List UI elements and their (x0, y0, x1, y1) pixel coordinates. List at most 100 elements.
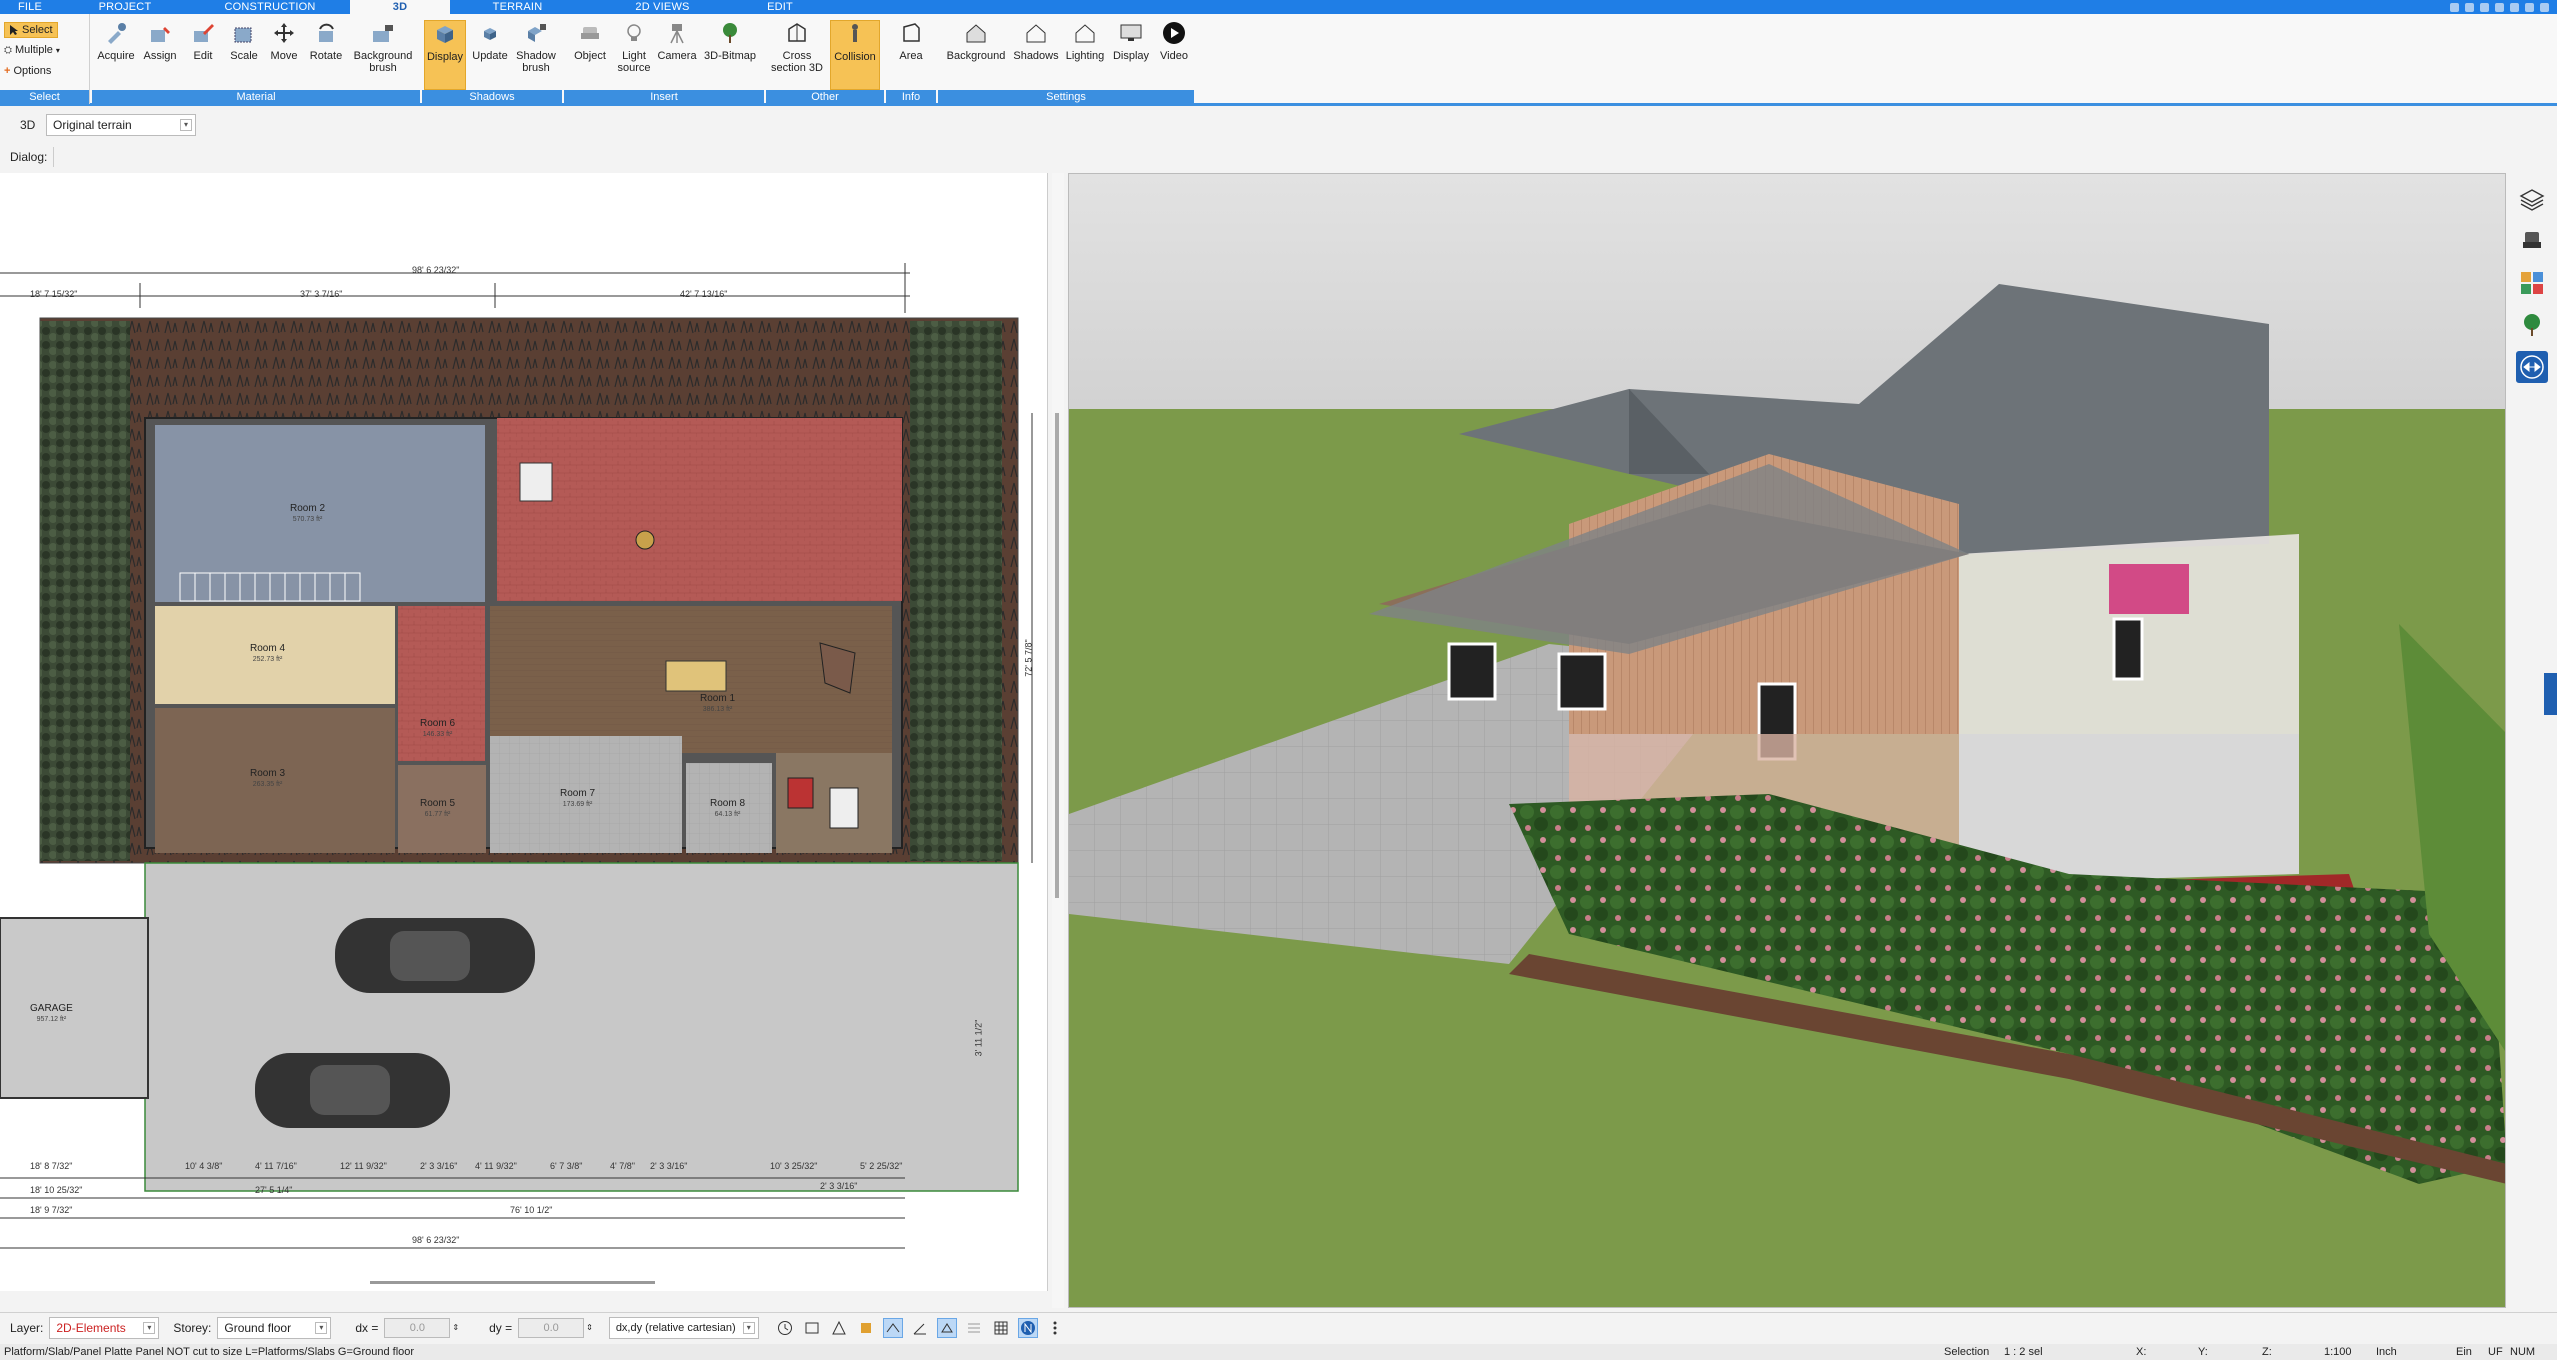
vertical-scrollbar-track[interactable] (1052, 173, 1064, 1308)
tab-terrain[interactable]: TERRAIN (450, 0, 585, 14)
chair-catalog-icon[interactable] (2516, 225, 2548, 257)
storey-select[interactable]: Ground floor ▾ (217, 1316, 332, 1339)
tab-construction[interactable]: CONSTRUCTION (190, 0, 350, 14)
assign-button[interactable]: Assign (138, 20, 182, 62)
restore-icon[interactable] (2465, 2, 2474, 12)
plus-icon: + (4, 65, 11, 77)
3d-scene[interactable] (1069, 174, 2506, 1308)
coordinate-mode-select[interactable]: dx,dy (relative cartesian) ▾ (608, 1316, 759, 1339)
tab-edit[interactable]: EDIT (740, 0, 820, 14)
move-button[interactable]: Move (264, 20, 304, 62)
dy-input[interactable]: 0.0 (518, 1317, 585, 1338)
north-arrow-icon[interactable] (1017, 1317, 1038, 1338)
dialog-bar: Dialog: (0, 144, 2557, 170)
shadows-update-button[interactable]: Update (468, 20, 512, 62)
background-settings-button[interactable]: Background (942, 20, 1010, 62)
info-icon[interactable] (2510, 2, 2519, 12)
tab-2d-views[interactable]: 2D VIEWS (585, 0, 740, 14)
ribbon-group-material: Acquire Assign Edit Scale Move Rotate Ba… (92, 14, 420, 104)
snap-line-icon[interactable] (882, 1317, 903, 1338)
dimension-label: 4' 7/8" (610, 1161, 635, 1171)
snap-grid-point-icon[interactable] (936, 1317, 957, 1338)
close-icon[interactable] (2540, 2, 2549, 12)
shadow-brush-button[interactable]: Shadow brush (512, 20, 560, 74)
room-label-7: Room 7 173.69 ft² (560, 788, 596, 808)
minimize-icon[interactable] (2480, 2, 2489, 12)
room-label-8: Room 8 64.13 ft² (710, 798, 746, 818)
layer-select[interactable]: 2D-Elements ▾ (49, 1316, 160, 1339)
room-label-5: Room 5 61.77 ft² (420, 798, 456, 818)
snap-point-icon[interactable] (856, 1318, 876, 1338)
car-top (335, 918, 535, 993)
materials-icon[interactable] (2516, 267, 2548, 299)
3d-bitmap-button[interactable]: 3D-Bitmap (698, 20, 762, 62)
3d-bitmap-label: 3D-Bitmap (704, 50, 756, 62)
tab-project[interactable]: PROJECT (60, 0, 190, 14)
dx-input[interactable]: 0.0 (384, 1317, 451, 1338)
house-lighting-icon (1072, 20, 1098, 46)
floor-plan-view[interactable]: 98' 6 23/32" 37' 3 7/16" 42' 7 13/16" 18… (0, 173, 1048, 1291)
3d-view[interactable] (1068, 173, 2506, 1308)
ribbon-group-insert: Object Light source Camera 3D-Bitmap Ins… (564, 14, 764, 104)
side-panel-tab[interactable] (2544, 673, 2557, 715)
spinner-icon[interactable]: ⇕ (586, 1323, 593, 1332)
camera-button[interactable]: Camera (656, 20, 698, 62)
edit-material-button[interactable]: Edit (182, 20, 224, 62)
chevron-down-icon: ▾ (143, 1321, 156, 1334)
dimension-label: 27' 5 1/4" (255, 1185, 293, 1195)
room-label-4: Room 4 252.73 ft² (250, 643, 286, 663)
cube-update-icon (477, 20, 503, 46)
settings-icon[interactable] (2495, 2, 2504, 12)
shadows-settings-button[interactable]: Shadows (1010, 20, 1062, 62)
terrain-select[interactable]: Original terrain ▾ (46, 114, 196, 136)
more-options-icon[interactable] (1045, 1318, 1065, 1338)
select-button[interactable]: Select (4, 22, 58, 38)
plants-icon[interactable] (2516, 309, 2548, 341)
guide-lines-icon[interactable] (964, 1318, 984, 1338)
light-source-button[interactable]: Light source (614, 20, 654, 74)
cross-section-3d-button[interactable]: Cross section 3D (768, 20, 826, 74)
lighting-button[interactable]: Lighting (1062, 20, 1108, 62)
object-button[interactable]: Object (568, 20, 612, 62)
scale-label: Scale (230, 50, 258, 62)
menu-tab-bar: FILE PROJECT CONSTRUCTION 3D TERRAIN 2D … (0, 0, 2557, 14)
dimension-label: 2' 3 3/16" (650, 1161, 688, 1171)
armchair-icon (577, 20, 603, 46)
help-icon[interactable] (2450, 2, 2459, 12)
navigation-icon[interactable] (2516, 351, 2548, 383)
side-toolbar (2506, 173, 2557, 1308)
dialog-label: Dialog: (10, 150, 48, 164)
video-button[interactable]: Video (1154, 20, 1194, 62)
clock-icon[interactable] (775, 1318, 795, 1338)
area-button[interactable]: Area (890, 20, 932, 62)
multiple-dropdown[interactable]: ⛭ Multiple ▾ (4, 44, 60, 56)
tab-file[interactable]: FILE (0, 0, 60, 14)
floor-plan-canvas[interactable] (0, 173, 1048, 1291)
dimension-label: 2' 3 3/16" (820, 1181, 858, 1191)
collision-button[interactable]: Collision (830, 20, 880, 90)
display-settings-button[interactable]: Display (1108, 20, 1154, 62)
tab-3d[interactable]: 3D (350, 0, 450, 14)
layers-icon[interactable] (2516, 183, 2548, 215)
options-button[interactable]: + Options (4, 65, 51, 77)
rotate-button[interactable]: Rotate (304, 20, 348, 62)
assign-label: Assign (143, 50, 177, 62)
dimension-label: 18' 8 7/32" (30, 1161, 73, 1171)
vertical-scrollbar-thumb[interactable] (1055, 413, 1059, 898)
background-brush-button[interactable]: Background brush (348, 20, 418, 74)
snap-window-icon[interactable] (802, 1318, 822, 1338)
snap-angle-icon[interactable] (910, 1318, 930, 1338)
area-icon (898, 20, 924, 46)
dimension-label: 37' 3 7/16" (300, 289, 343, 299)
horizontal-scrollbar[interactable] (370, 1281, 655, 1284)
eyedropper-icon (103, 20, 129, 46)
snap-object-icon[interactable] (829, 1318, 849, 1338)
grid-icon[interactable] (991, 1318, 1011, 1338)
spinner-icon[interactable]: ⇕ (452, 1323, 459, 1332)
shadows-display-button[interactable]: Display (424, 20, 466, 90)
group-label-shadows: Shadows (422, 90, 562, 104)
maximize-icon[interactable] (2525, 2, 2534, 12)
acquire-button[interactable]: Acquire (94, 20, 138, 62)
group-label-material: Material (92, 90, 420, 104)
scale-button[interactable]: Scale (224, 20, 264, 62)
